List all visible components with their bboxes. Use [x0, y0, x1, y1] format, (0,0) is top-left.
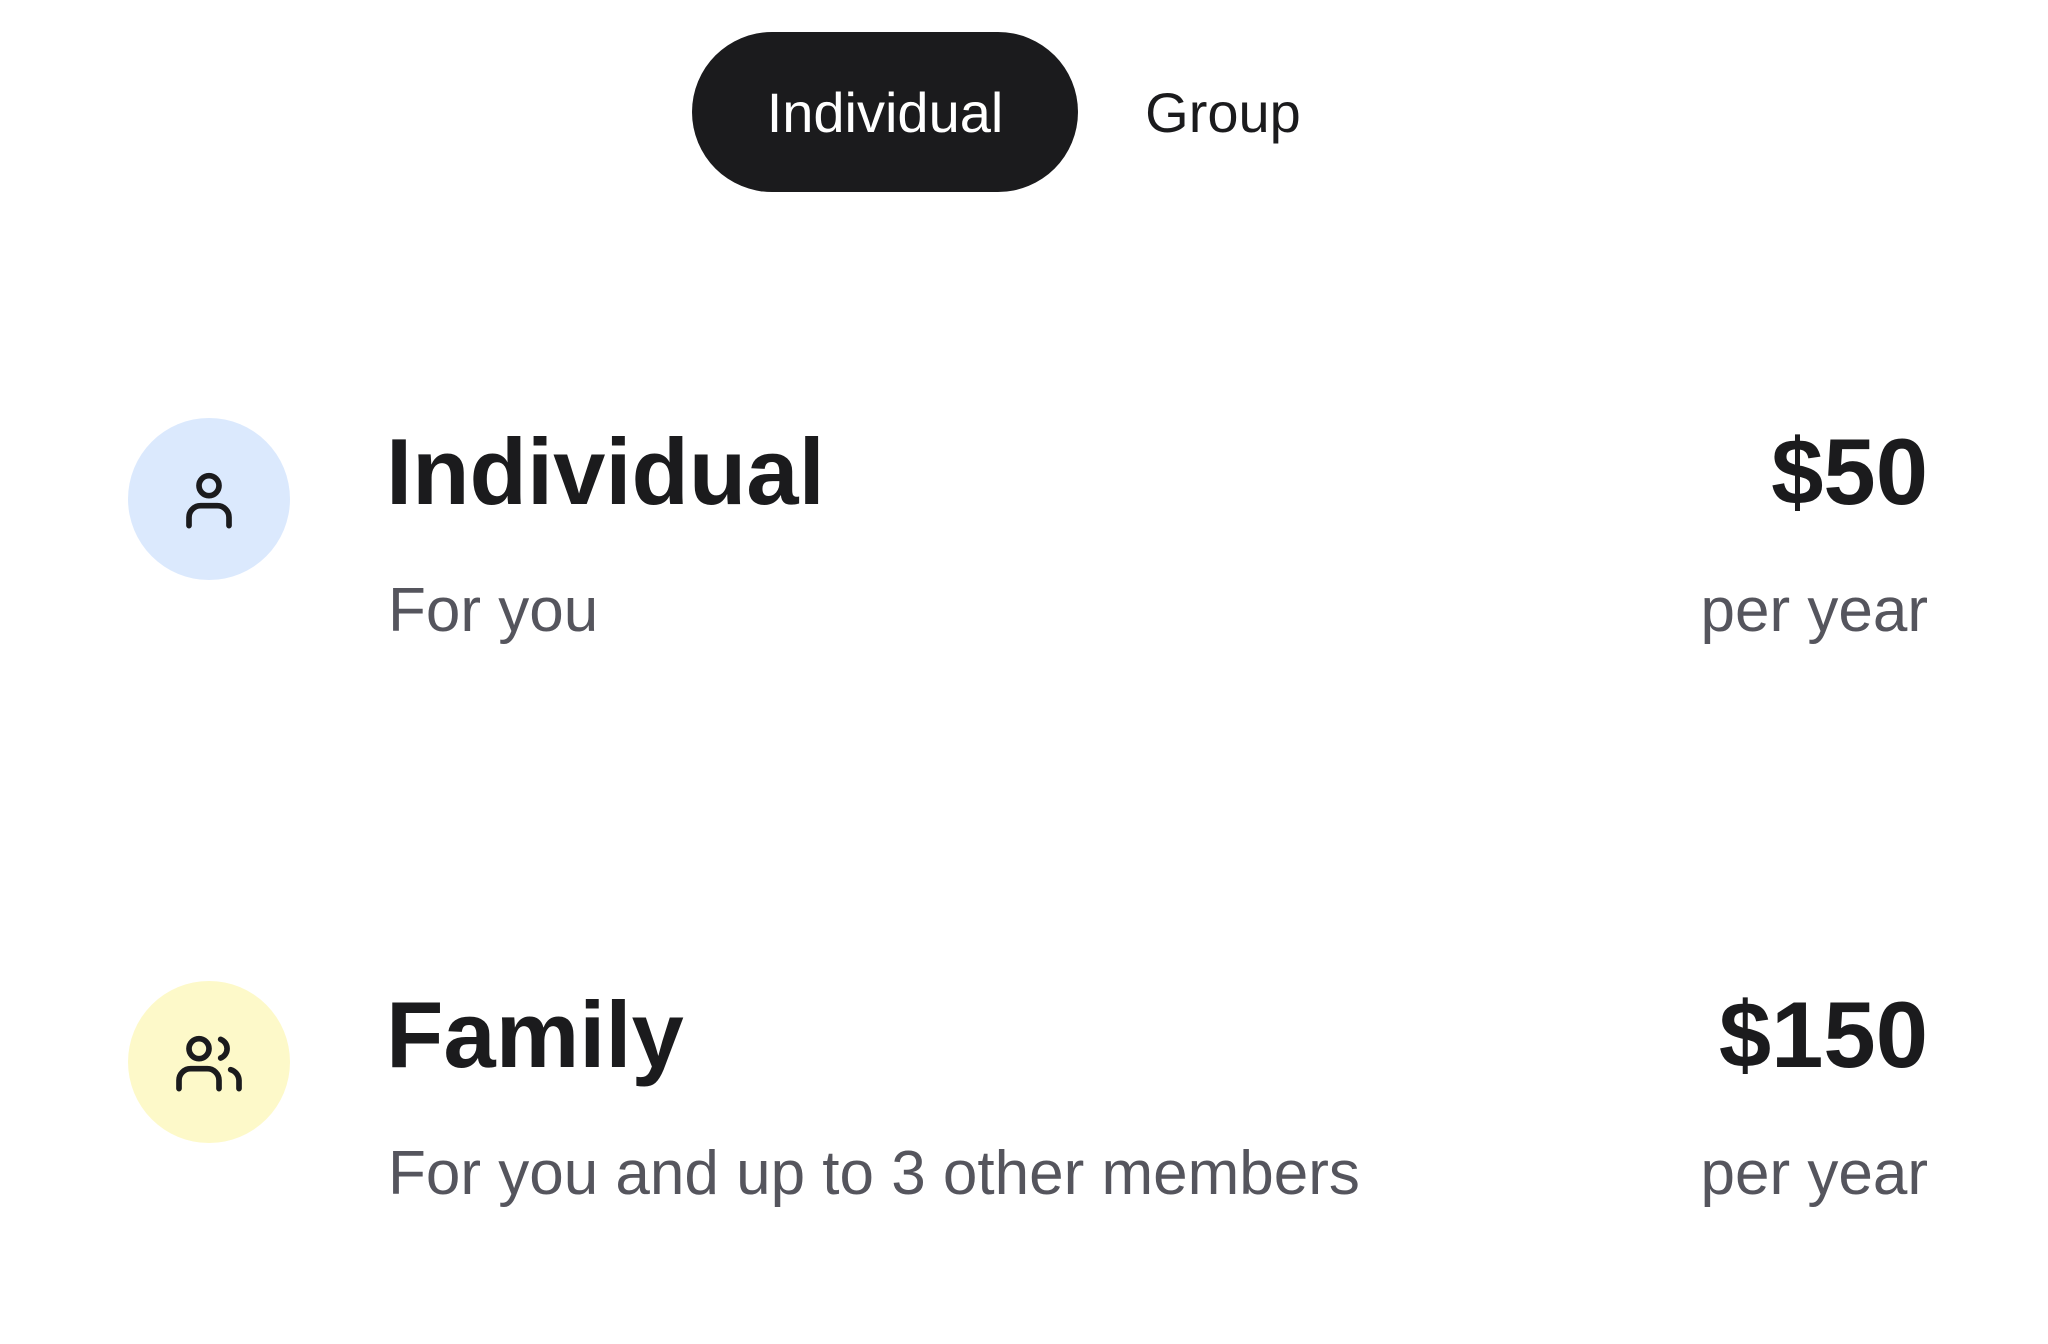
- plan-row-family[interactable]: Family For you and up to 3 other members…: [128, 958, 1928, 1205]
- plan-icon-badge: [128, 981, 290, 1143]
- plan-icon-badge: [128, 418, 290, 580]
- plan-type-toggle: Individual Group: [692, 32, 1368, 192]
- person-icon: [186, 472, 232, 529]
- plan-period: per year: [1700, 1139, 1928, 1208]
- plan-price: $150: [1718, 982, 1928, 1087]
- plan-row-individual[interactable]: Individual For you $50 per year: [128, 395, 1928, 642]
- plan-description: For you: [388, 576, 599, 645]
- plan-title: Family: [386, 982, 684, 1087]
- plan-period: per year: [1700, 576, 1928, 645]
- toggle-option-individual[interactable]: Individual: [692, 32, 1078, 192]
- plan-description: For you and up to 3 other members: [388, 1139, 1360, 1208]
- people-icon: [176, 1035, 242, 1092]
- plan-price: $50: [1771, 419, 1928, 524]
- toggle-option-group[interactable]: Group: [1078, 32, 1368, 192]
- plans-page: Individual Group Individual For you $50 …: [0, 0, 2048, 1344]
- plan-title: Individual: [386, 419, 825, 524]
